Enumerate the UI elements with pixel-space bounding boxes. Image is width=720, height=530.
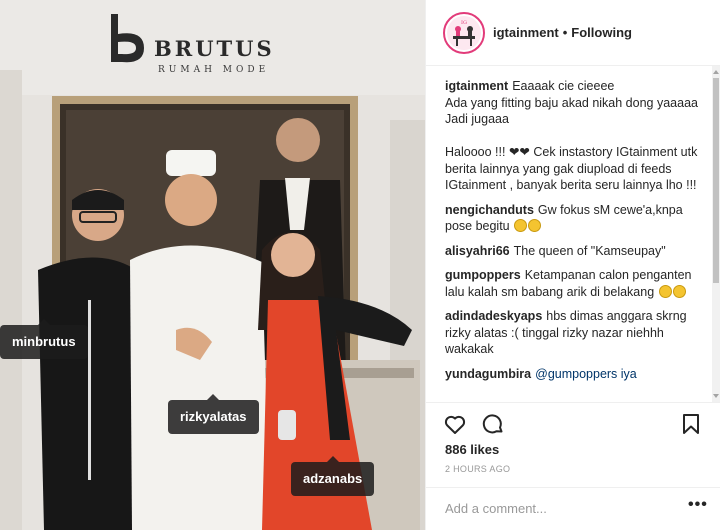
- store-subtitle: RUMAH MODE: [158, 65, 270, 75]
- post-timestamp[interactable]: 2 HOURS AGO: [445, 464, 510, 474]
- comment-input[interactable]: Add a comment...: [445, 501, 547, 516]
- comment-item: nengichanduts Gw fokus sM cewe'a,knpa pos…: [445, 202, 705, 235]
- heart-emoji-icon: ❤❤: [508, 145, 530, 159]
- scrollbar-thumb[interactable]: [713, 78, 719, 283]
- sweat-smile-emoji-icon: [514, 219, 528, 232]
- comment-username[interactable]: yundagumbira: [445, 367, 531, 381]
- likes-count[interactable]: 886 likes: [445, 442, 499, 457]
- comments-list[interactable]: igtainment Eaaaak cie cieeee Ada yang fit…: [426, 66, 713, 402]
- user-tag-adzanabs[interactable]: adzanabs: [291, 456, 375, 496]
- comment-item: adindadeskyaps hbs dimas anggara skrng ri…: [445, 308, 705, 358]
- comment-text: The queen of "Kamseupay": [513, 243, 666, 258]
- svg-text:IG: IG: [461, 20, 467, 26]
- store-name: BRUTUS: [154, 36, 275, 61]
- grimace-emoji-icon: [672, 284, 686, 298]
- caption-username[interactable]: igtainment: [445, 79, 508, 93]
- comment-item: alisyahri66 The queen of "Kamseupay": [445, 243, 705, 260]
- comment-item: yundagumbira @gumpoppers iya: [445, 366, 705, 383]
- brutus-logo-icon: [111, 14, 144, 63]
- header-separator: •: [562, 25, 568, 40]
- post-side-panel: IG igtainment • Following igtainment Eaaa…: [425, 0, 720, 530]
- photo-scene: [0, 0, 425, 530]
- comment-username[interactable]: adindadeskyaps: [445, 309, 542, 323]
- avatar[interactable]: IG: [443, 11, 485, 54]
- more-options-button[interactable]: •••: [688, 496, 708, 514]
- scroll-up-arrow-icon[interactable]: [713, 70, 719, 74]
- comments-scrollbar[interactable]: [712, 66, 720, 402]
- comment-username[interactable]: gumpoppers: [445, 268, 521, 282]
- comment-username[interactable]: nengichanduts: [445, 203, 534, 217]
- grimace-emoji-icon: [658, 284, 672, 298]
- comment-text[interactable]: @gumpoppers iya: [535, 367, 637, 381]
- post-photo[interactable]: BRUTUS RUMAH MODE minbrutus rizkyalatas …: [0, 0, 425, 530]
- comment-icon[interactable]: [481, 412, 505, 436]
- heart-icon[interactable]: [443, 412, 467, 436]
- post-header: IG igtainment • Following: [426, 0, 720, 66]
- user-tag-rizkyalatas[interactable]: rizkyalatas: [168, 394, 259, 434]
- comment-item: gumpoppers Ketampanan calon penganten lal…: [445, 267, 705, 300]
- comment-composer[interactable]: Add a comment... •••: [426, 487, 720, 530]
- following-button[interactable]: Following: [571, 25, 632, 40]
- scroll-down-arrow-icon[interactable]: [713, 394, 719, 398]
- user-tag-minbrutus[interactable]: minbrutus: [0, 319, 88, 359]
- igtainment-logo-icon: IG: [447, 15, 481, 50]
- sweat-smile-emoji-icon: [528, 219, 542, 232]
- store-logo: BRUTUS RUMAH MODE: [108, 14, 308, 75]
- caption: igtainment Eaaaak cie cieeee Ada yang fit…: [445, 78, 705, 194]
- bookmark-icon[interactable]: [679, 412, 703, 436]
- comment-username[interactable]: alisyahri66: [445, 244, 510, 258]
- header-username[interactable]: igtainment: [493, 25, 559, 40]
- post-actions: [426, 402, 720, 442]
